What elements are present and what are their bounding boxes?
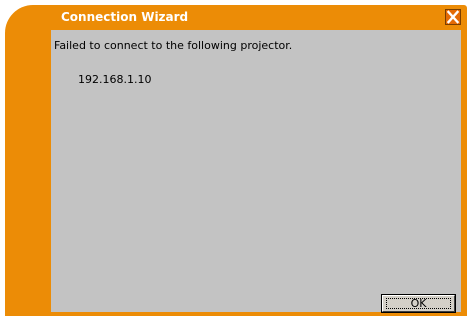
- close-x-icon: [446, 10, 460, 24]
- close-button[interactable]: [445, 9, 461, 25]
- window-title: Connection Wizard: [61, 10, 189, 24]
- ok-button-label: OK: [410, 296, 427, 310]
- connection-wizard-window: Connection Wizard Failed to connect to t…: [5, 5, 467, 316]
- error-message: Failed to connect to the following proje…: [54, 39, 293, 52]
- ok-button[interactable]: OK: [382, 295, 455, 312]
- dialog-body: Failed to connect to the following proje…: [51, 30, 461, 312]
- projector-ip-address: 192.168.1.10: [78, 73, 152, 86]
